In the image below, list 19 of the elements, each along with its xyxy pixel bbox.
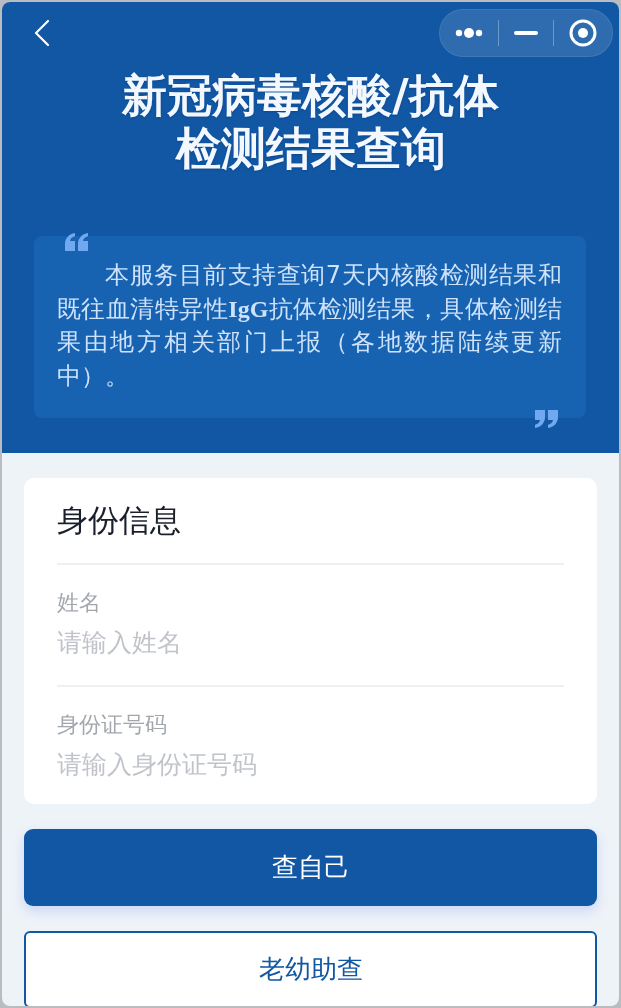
close-button[interactable] <box>569 19 597 47</box>
minimize-button[interactable] <box>514 31 538 35</box>
page-title: 新冠病毒核酸/抗体 检测结果查询 <box>121 69 500 175</box>
back-icon <box>34 20 49 46</box>
minus-icon <box>514 31 538 35</box>
notice-text: 本服务目前支持查询7天内核酸检测结果和既往血清特异性IgG抗体检测结果，具体检测结果由地方相关部门上报（各地数据陆续更新中）。 <box>57 260 562 392</box>
input-field[interactable]: 请输入姓名 <box>57 622 564 662</box>
outline-button[interactable]: 老幼助查 <box>24 931 597 1006</box>
field-label: 姓名 <box>57 589 102 617</box>
ring-dot-icon <box>569 19 597 47</box>
quote-open-icon <box>65 233 88 251</box>
input-field[interactable]: 请输入身份证号码 <box>57 744 564 784</box>
quote-close-icon <box>535 410 558 428</box>
back-button[interactable] <box>34 20 49 46</box>
more-icon <box>455 27 483 39</box>
field-label: 身份证号码 <box>57 711 168 739</box>
primary-button[interactable]: 查自己 <box>24 829 597 906</box>
section-title: 身份信息 <box>57 501 182 540</box>
more-button[interactable] <box>455 27 483 39</box>
